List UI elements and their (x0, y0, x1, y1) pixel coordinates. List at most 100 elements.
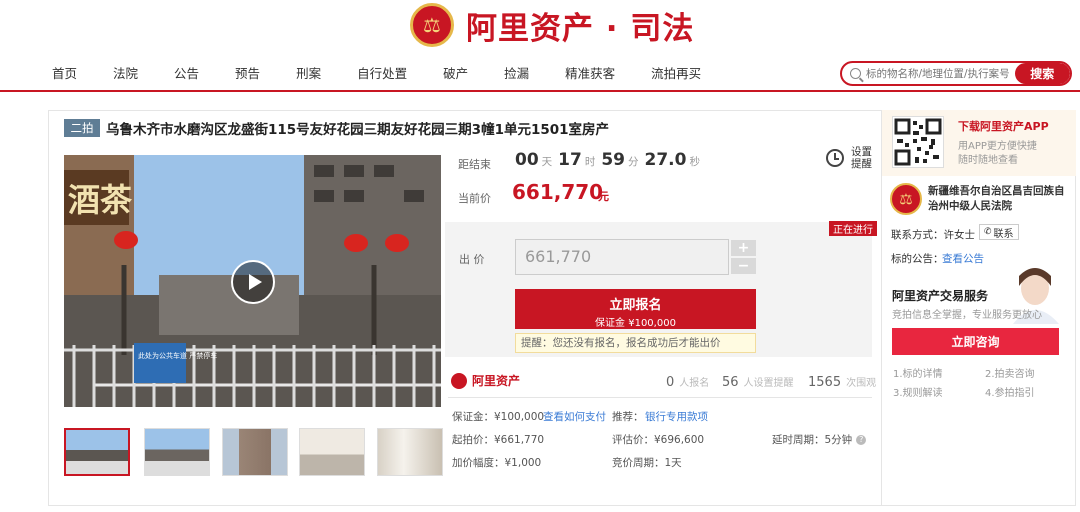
link-rules[interactable]: 3.规则解读 (893, 384, 943, 399)
current-price: 661,770 (512, 180, 604, 204)
signup-count-label: 人报名 (679, 378, 710, 389)
site-logo[interactable]: ⚖ 阿里资产 · 司法 (410, 0, 730, 50)
thumbnail-interior[interactable] (377, 428, 443, 476)
search-button[interactable]: 搜索 (1014, 63, 1070, 84)
nav-item-criminal[interactable]: 刑案 (296, 63, 321, 85)
help-icon[interactable]: ? (856, 434, 867, 445)
reminder-label-line1: 设置 (851, 146, 872, 158)
signup-label: 立即报名 (609, 298, 662, 313)
unit-seconds: 秒 (689, 156, 700, 168)
reminder-label: 设置 提醒 (851, 146, 872, 170)
main-nav: 首页 法院 公告 预告 刑案 自行处置 破产 捡漏 精准获客 流拍再买 (52, 63, 701, 85)
search-icon (850, 68, 861, 79)
header-divider (0, 90, 1080, 92)
how-to-pay-link[interactable]: 查看如何支付 (543, 409, 606, 424)
reminder-count: 56 人设置提醒 (722, 374, 794, 390)
signup-button[interactable]: 立即报名 保证金 ¥100,000 (515, 289, 756, 329)
play-button[interactable] (231, 260, 275, 304)
court-emblem-icon: ⚖ (410, 3, 454, 47)
play-icon (248, 274, 262, 290)
bid-cycle: 竞价周期：1天 (612, 457, 682, 469)
stats-divider (448, 397, 872, 398)
delay-period: 延时周期：5分钟 ? (772, 432, 867, 447)
court-seal-icon: ⚖ (890, 183, 922, 215)
countdown-days: 00 (515, 150, 539, 170)
countdown-seconds: 27.0 (644, 150, 687, 170)
consult-button[interactable]: 立即咨询 (892, 328, 1059, 355)
app-download-title: 下载阿里资产APP (958, 120, 1049, 133)
link-auction-consult[interactable]: 2.拍卖咨询 (985, 365, 1035, 380)
view-notice-link[interactable]: 查看公告 (942, 251, 984, 266)
contact-info: 联系方式：许女士 (891, 229, 975, 241)
thumbnail-video[interactable] (64, 428, 130, 476)
item-title: 乌鲁木齐市水磨沟区龙盛街115号友好花园三期友好花园三期3幢1单元1501室房产 (106, 122, 610, 138)
search-bar: 搜索 (840, 61, 1072, 86)
svg-text:酒茶: 酒茶 (68, 181, 133, 219)
price-unit: 元 (598, 190, 609, 203)
delay-period-text: 延时周期：5分钟 (772, 434, 853, 446)
bank-loan-link[interactable]: 银行专用款项 (645, 409, 708, 424)
decrease-bid-button[interactable]: − (731, 258, 756, 274)
court-name-line2: 治州中级人民法院 (928, 200, 1012, 212)
countdown-minutes: 59 (601, 150, 626, 170)
brand-name: 阿里资产 · 司法 (466, 10, 695, 47)
view-count-label: 次围观 (846, 378, 877, 389)
search-input[interactable] (866, 67, 1015, 80)
unit-hours: 时 (584, 156, 596, 168)
nav-item-bargains[interactable]: 捡漏 (504, 63, 529, 85)
appraisal-price: 评估价：¥696,600 (612, 434, 705, 446)
service-title: 阿里资产交易服务 (892, 289, 989, 303)
nav-item-self-disposal[interactable]: 自行处置 (357, 63, 407, 85)
ali-asset-logo: 阿里资产 (451, 372, 520, 389)
nav-item-home[interactable]: 首页 (52, 63, 77, 85)
current-price-label: 当前价 (458, 192, 491, 205)
signup-tip: 提醒：您还没有报名，报名成功后才能出价 (515, 333, 756, 353)
app-download-sub1: 用APP更方便快捷 (958, 141, 1037, 152)
unit-minutes: 分 (628, 156, 639, 168)
view-count-value: 1565 (808, 375, 842, 390)
nav-item-relist[interactable]: 流拍再买 (651, 63, 701, 85)
ali-asset-text: 阿里资产 (472, 374, 521, 388)
nav-item-precise[interactable]: 精准获客 (565, 63, 615, 85)
deposit-info: 保证金：¥100,000 (452, 411, 545, 423)
reminder-label-line2: 提醒 (851, 158, 872, 170)
contact-button[interactable]: ✆ 联系 (979, 224, 1019, 240)
round-badge: 二拍 (64, 119, 100, 137)
notice-label: 标的公告： (891, 253, 944, 265)
recommend-label: 推荐： (612, 411, 644, 423)
court-name-line1: 新疆维吾尔自治区昌吉回族自 (928, 185, 1065, 197)
increase-bid-button[interactable]: + (731, 240, 756, 256)
status-badge: 正在进行 (829, 221, 877, 236)
view-count: 1565 次围观 (808, 374, 876, 390)
thumbnail-gate[interactable] (144, 428, 210, 476)
qr-code (892, 116, 944, 168)
thumbnail-room[interactable] (299, 428, 365, 476)
countdown-hours: 17 (558, 150, 582, 170)
link-guide[interactable]: 4.参拍指引 (985, 384, 1035, 399)
alarm-clock-icon (826, 149, 844, 167)
nav-item-bankruptcy[interactable]: 破产 (443, 63, 468, 85)
svg-text:此处为公共车道 严禁停车: 此处为公共车道 严禁停车 (138, 351, 217, 360)
nav-item-preview[interactable]: 预告 (235, 63, 260, 85)
main-photo[interactable]: 酒茶 此处为公共车道 严禁停车 (64, 155, 441, 407)
bid-input[interactable]: 661,770 (515, 239, 729, 275)
app-download-sub2: 随时随地查看 (958, 155, 1018, 166)
bid-increment: 加价幅度：¥1,000 (452, 457, 542, 469)
unit-days: 天 (541, 156, 553, 168)
phone-icon: ✆ (984, 227, 992, 237)
countdown-label: 距结束 (458, 158, 491, 171)
set-reminder-button[interactable]: 设置 提醒 (826, 146, 872, 170)
link-item-details[interactable]: 1.标的详情 (893, 365, 943, 380)
contact-button-label: 联系 (993, 228, 1014, 240)
ali-asset-icon (451, 372, 467, 389)
countdown: 00 天 17 时 59 分 27.0 秒 (515, 150, 706, 170)
service-subtitle: 竞拍信息全掌握，专业服务更放心 (892, 310, 1042, 321)
court-name[interactable]: 新疆维吾尔自治区昌吉回族自 治州中级人民法院 (928, 184, 1065, 214)
start-price: 起拍价：¥661,770 (452, 434, 545, 446)
nav-item-courts[interactable]: 法院 (113, 63, 138, 85)
reminder-count-label: 人设置提醒 (743, 378, 794, 389)
signup-count-value: 0 (666, 375, 675, 390)
nav-item-notices[interactable]: 公告 (174, 63, 199, 85)
signup-count: 0 人报名 (666, 374, 709, 390)
thumbnail-building[interactable] (222, 428, 288, 476)
